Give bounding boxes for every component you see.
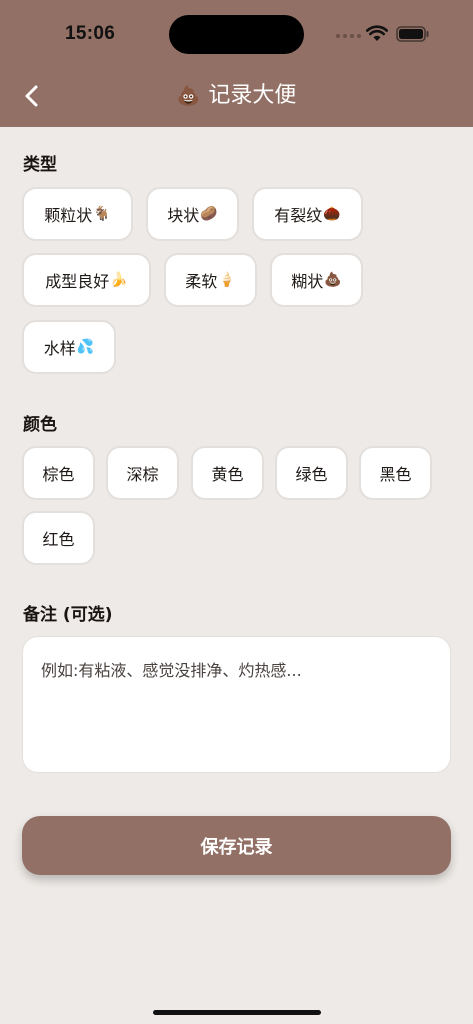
type-chip-lumpy[interactable]: 块状 🥔 [146, 187, 239, 241]
dynamic-island [169, 15, 304, 54]
type-section-label: 类型 [23, 155, 57, 175]
poop-icon: 💩 [176, 85, 201, 107]
banana-icon: 🍌 [110, 272, 128, 288]
color-chip-brown[interactable]: 棕色 [22, 446, 95, 500]
color-chip-yellow[interactable]: 黄色 [191, 446, 264, 500]
color-chip-black[interactable]: 黑色 [359, 446, 432, 500]
save-button[interactable]: 保存记录 [22, 816, 451, 875]
page-title: 💩 记录大便 [0, 80, 473, 112]
chip-label: 成型良好 [45, 272, 110, 291]
cellular-signal-icon [336, 34, 361, 38]
chip-label: 水样 [43, 339, 76, 358]
status-time: 15:06 [65, 23, 116, 44]
chip-label: 糊状 [291, 272, 324, 291]
battery-icon [396, 26, 429, 42]
wifi-icon [366, 25, 388, 41]
color-section-label: 颜色 [23, 415, 57, 435]
type-chip-well-formed[interactable]: 成型良好 🍌 [22, 253, 151, 307]
type-chip-cracked[interactable]: 有裂纹 🌰 [252, 187, 363, 241]
ice-cream-icon: 🍦 [218, 272, 236, 288]
chestnut-icon: 🌰 [323, 206, 341, 222]
water-droplets-icon: 💦 [76, 339, 95, 355]
type-chip-soft[interactable]: 柔软 🍦 [164, 253, 257, 307]
chip-label: 有裂纹 [274, 206, 323, 225]
type-chip-watery[interactable]: 水样 💦 [22, 320, 116, 374]
notes-section-label: 备注 (可选) [23, 605, 113, 625]
poop-icon: 💩 [324, 272, 342, 288]
page-title-text: 记录大便 [208, 83, 297, 108]
color-chip-green[interactable]: 绿色 [275, 446, 348, 500]
chip-label: 颗粒状 [44, 206, 93, 225]
color-chip-red[interactable]: 红色 [22, 511, 95, 565]
goat-icon: 🐐 [93, 206, 111, 222]
type-chip-mushy[interactable]: 糊状 💩 [270, 253, 363, 307]
chip-label: 柔软 [185, 272, 218, 291]
type-chip-granular[interactable]: 颗粒状 🐐 [22, 187, 133, 241]
chip-label: 块状 [167, 206, 200, 225]
home-indicator [153, 1010, 321, 1015]
header-bar: 15:06 💩 记录大便 [0, 0, 473, 127]
color-chip-dark-brown[interactable]: 深棕 [106, 446, 179, 500]
notes-input[interactable] [22, 636, 451, 773]
potato-icon: 🥔 [200, 206, 218, 222]
